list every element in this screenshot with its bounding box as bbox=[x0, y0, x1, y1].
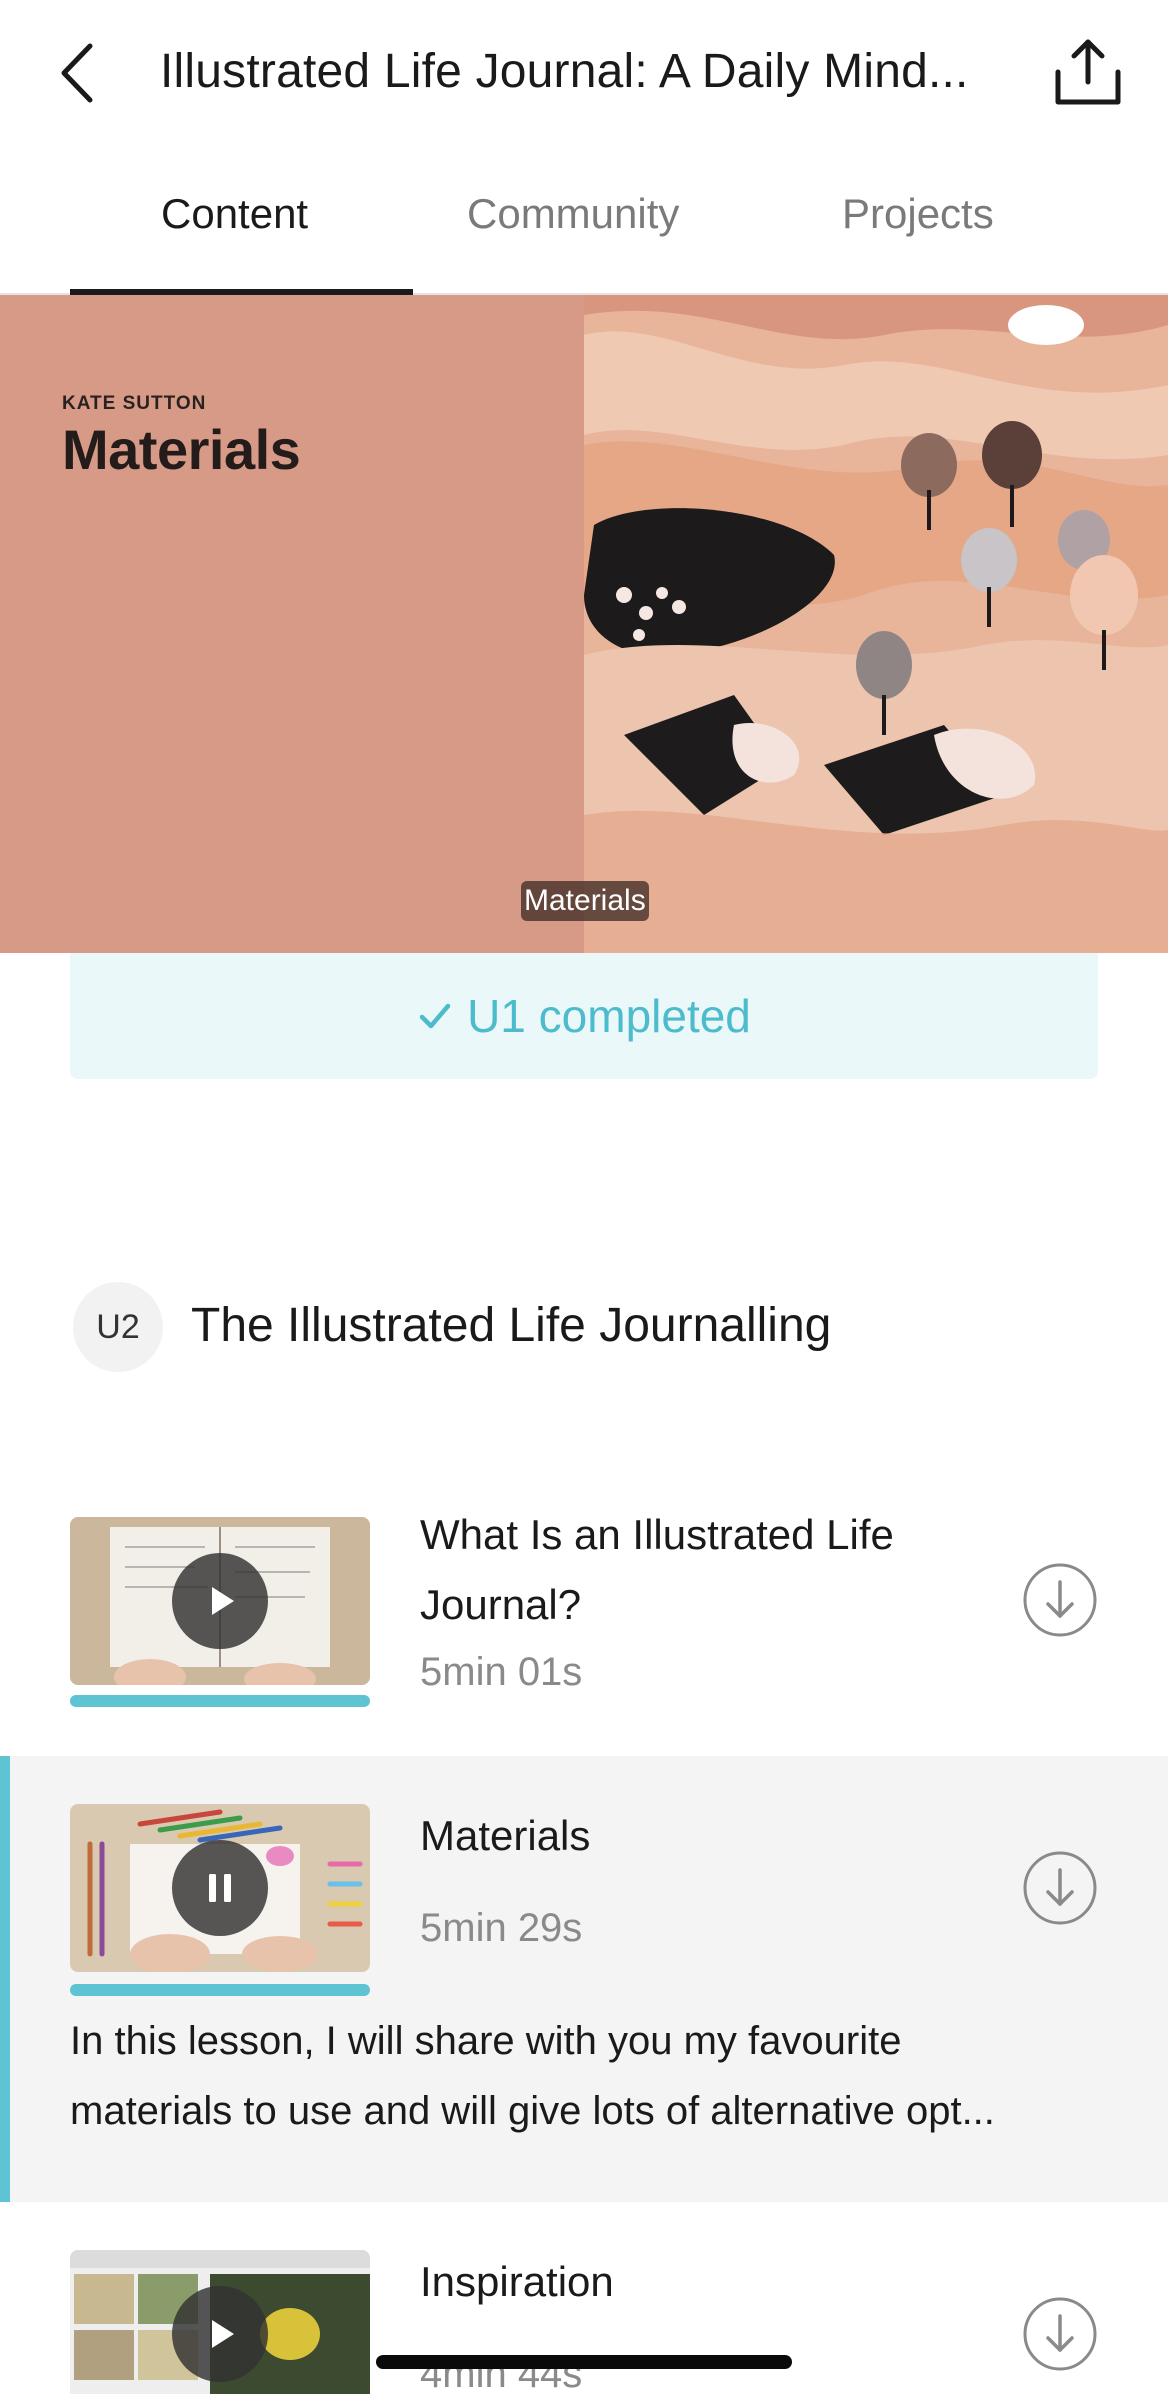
active-lesson-indicator bbox=[0, 1756, 10, 2202]
video-title-card: KATE SUTTON Materials bbox=[0, 295, 584, 953]
pause-button[interactable] bbox=[172, 1840, 268, 1936]
lesson-description: In this lesson, I will share with you my… bbox=[70, 2006, 1110, 2146]
lesson-thumbnail[interactable] bbox=[70, 1517, 370, 1685]
lesson-progress-bar bbox=[70, 1984, 370, 1996]
download-icon bbox=[1023, 1851, 1097, 1925]
pause-icon bbox=[209, 1874, 231, 1902]
description-line: In this lesson, I will share with you my… bbox=[70, 2019, 902, 2063]
lesson-item[interactable]: What Is an Illustrated Life Journal? 5mi… bbox=[0, 1500, 1168, 1755]
lesson-title: Materials bbox=[420, 1812, 591, 1859]
home-indicator[interactable] bbox=[376, 2355, 792, 2369]
chevron-left-icon bbox=[61, 43, 93, 103]
lesson-duration: 5min 29s bbox=[420, 1906, 583, 1950]
unit-badge: U2 bbox=[73, 1282, 163, 1372]
download-button[interactable] bbox=[1022, 1850, 1098, 1926]
tab-projects[interactable]: Projects bbox=[842, 190, 994, 238]
check-icon bbox=[419, 1003, 451, 1029]
share-button[interactable] bbox=[1050, 36, 1126, 108]
download-icon bbox=[1023, 2297, 1097, 2371]
play-button[interactable] bbox=[172, 2286, 268, 2382]
tab-community[interactable]: Community bbox=[467, 190, 679, 238]
download-button[interactable] bbox=[1022, 1562, 1098, 1638]
download-icon bbox=[1023, 1563, 1097, 1637]
illustration-artwork bbox=[584, 295, 1168, 953]
video-player[interactable]: KATE SUTTON Materials Materials bbox=[0, 295, 1168, 953]
lesson-duration: 5min 01s bbox=[420, 1650, 583, 1694]
share-icon bbox=[1055, 39, 1121, 105]
lesson-item-active[interactable]: Materials 5min 29s In this lesson, I wil… bbox=[0, 1756, 1168, 2202]
video-author: KATE SUTTON bbox=[62, 393, 207, 414]
top-bar: Illustrated Life Journal: A Daily Mind..… bbox=[0, 0, 1168, 150]
lesson-title: What Is an Illustrated Life Journal? bbox=[420, 1511, 894, 1628]
lesson-thumbnail[interactable] bbox=[70, 2250, 370, 2394]
play-icon bbox=[212, 2320, 234, 2348]
completed-label: U1 completed bbox=[467, 990, 751, 1042]
video-caption: Materials bbox=[521, 881, 649, 921]
tab-bar: Content Community Projects bbox=[0, 150, 1168, 295]
lesson-thumbnail[interactable] bbox=[70, 1804, 370, 1972]
video-title: Materials bbox=[62, 418, 301, 481]
course-title: Illustrated Life Journal: A Daily Mind..… bbox=[160, 45, 969, 98]
back-button[interactable] bbox=[52, 36, 104, 110]
lesson-title: Inspiration bbox=[420, 2258, 614, 2305]
play-button[interactable] bbox=[172, 1553, 268, 1649]
tab-content[interactable]: Content bbox=[161, 190, 308, 238]
download-button[interactable] bbox=[1022, 2296, 1098, 2372]
lesson-progress-bar bbox=[70, 1695, 370, 1707]
description-line: materials to use and will give lots of a… bbox=[70, 2089, 995, 2133]
play-icon bbox=[212, 1587, 234, 1615]
unit-title: The Illustrated Life Journalling bbox=[191, 1299, 832, 1352]
unit-completed-banner[interactable]: U1 completed bbox=[70, 953, 1098, 1079]
